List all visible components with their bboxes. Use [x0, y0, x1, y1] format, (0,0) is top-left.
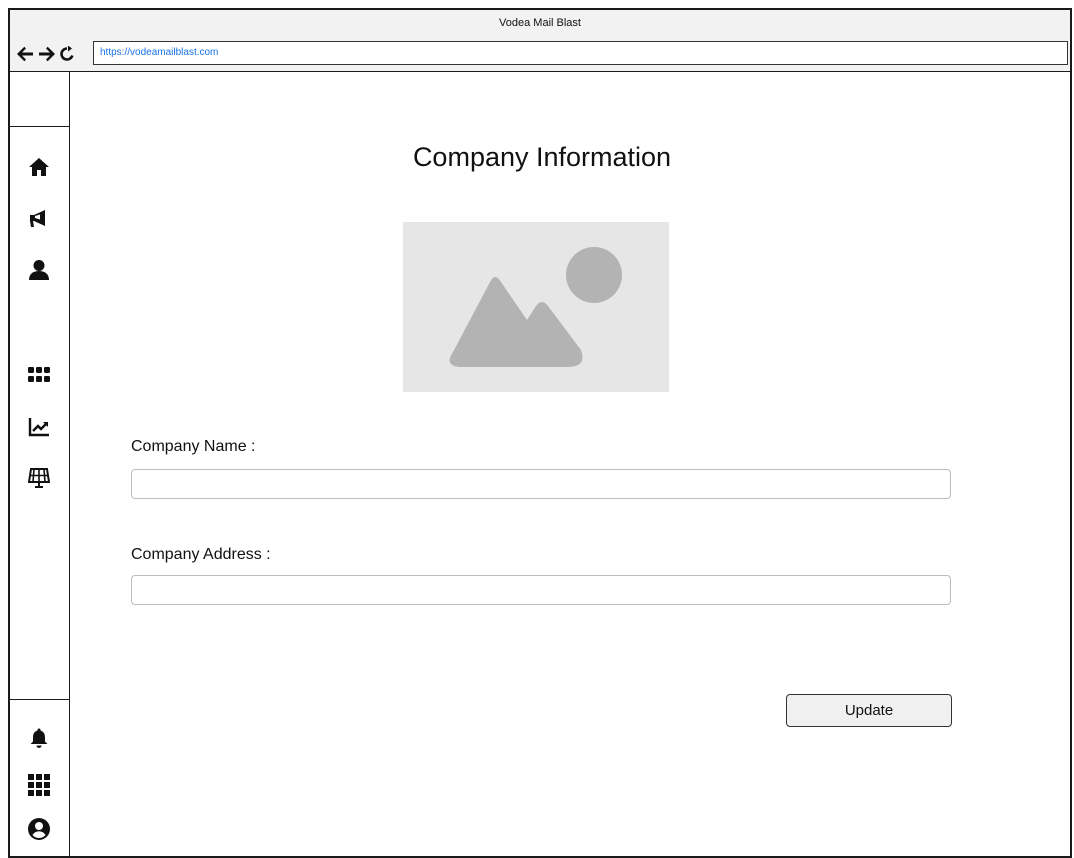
update-button[interactable]: Update — [786, 694, 952, 727]
megaphone-icon[interactable] — [26, 206, 52, 232]
sidebar-divider-bottom — [10, 699, 69, 700]
browser-window: Vodea Mail Blast https://vodeamailblast.… — [8, 8, 1072, 858]
apps-icon[interactable] — [26, 772, 52, 798]
sidebar-divider-top — [10, 126, 69, 127]
company-name-input[interactable] — [131, 469, 951, 499]
sidebar — [10, 72, 70, 856]
grid-icon[interactable] — [26, 362, 52, 388]
reload-icon[interactable] — [60, 46, 74, 62]
image-placeholder-icon — [449, 247, 622, 367]
home-icon[interactable] — [26, 154, 52, 180]
page-title: Company Information — [412, 142, 672, 172]
company-address-input[interactable] — [131, 575, 951, 605]
url-field[interactable]: https://vodeamailblast.com — [93, 41, 1068, 65]
window-titlebar: Vodea Mail Blast — [10, 10, 1070, 38]
url-text: https://vodeamailblast.com — [100, 47, 219, 58]
company-logo-placeholder[interactable] — [403, 222, 669, 392]
back-arrow-icon[interactable] — [16, 46, 34, 62]
window-title: Vodea Mail Blast — [499, 17, 581, 29]
company-address-label: Company Address : — [131, 546, 271, 563]
nav-controls — [16, 44, 74, 64]
dashboard-icon[interactable] — [26, 465, 52, 491]
company-name-label: Company Name : — [131, 438, 256, 455]
user-icon[interactable] — [26, 257, 52, 283]
forward-arrow-icon[interactable] — [38, 46, 56, 62]
address-bar: https://vodeamailblast.com — [10, 38, 1070, 72]
account-circle-icon[interactable] — [26, 816, 52, 842]
bell-icon[interactable] — [26, 725, 52, 751]
chart-line-icon[interactable] — [26, 414, 52, 440]
